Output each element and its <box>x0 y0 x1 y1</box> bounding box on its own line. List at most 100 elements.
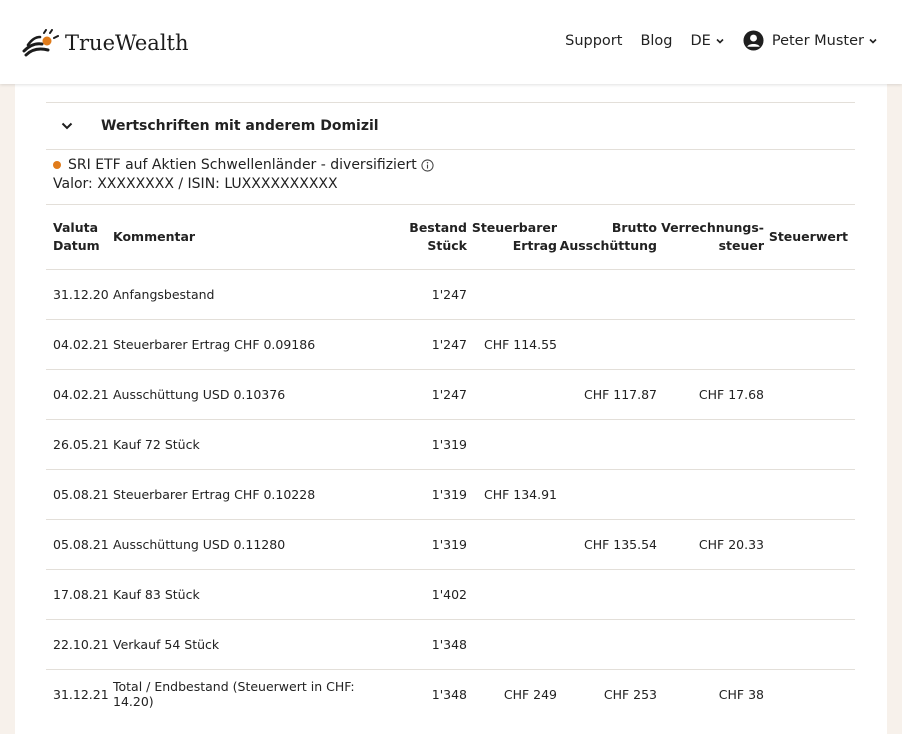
security-name: SRI ETF auf Aktien Schwellenländer - div… <box>68 157 417 173</box>
table-row: 05.08.21 Ausschüttung USD 0.11280 1'319 CHF… <box>46 519 855 570</box>
header-taxable-line1: Steuerbarer <box>471 219 557 235</box>
header-comment: Kommentar <box>113 205 393 270</box>
cell-date: 17.08.21 <box>46 569 113 620</box>
cell-withholding-tax <box>657 269 764 320</box>
language-selector[interactable]: DE <box>691 33 725 49</box>
cell-comment: Verkauf 54 Stück <box>113 619 393 670</box>
cell-date: 22.10.21 <box>46 619 113 670</box>
header-withholding-tax: Verrechnungs- steuer <box>657 205 764 270</box>
cell-tax-value <box>764 369 855 420</box>
cell-date: 04.02.21 <box>46 319 113 370</box>
truewealth-logo[interactable]: TrueWealth <box>22 28 189 58</box>
top-header: TrueWealth Support Blog DE Peter Muster <box>0 0 902 84</box>
cell-comment: Steuerbarer Ertrag CHF 0.10228 <box>113 469 393 520</box>
table-row: 04.02.21 Steuerbarer Ertrag CHF 0.09186 1'… <box>46 319 855 370</box>
cell-taxable-income <box>467 419 557 470</box>
info-icon[interactable] <box>421 158 434 172</box>
cell-quantity: 1'319 <box>393 469 467 520</box>
cell-gross-distribution <box>557 269 657 320</box>
brand-mark-icon <box>22 29 59 57</box>
cell-gross-distribution: CHF 117.87 <box>557 369 657 420</box>
cell-gross-distribution <box>557 619 657 670</box>
content-card: Wertschriften mit anderem Domizil SRI ET… <box>15 84 887 734</box>
header-taxable-line2: Ertrag <box>512 237 557 253</box>
brand-name: TrueWealth <box>65 31 189 55</box>
user-avatar-icon <box>743 30 764 51</box>
domicile-section: Wertschriften mit anderem Domizil SRI ET… <box>46 102 855 719</box>
chevron-down-icon <box>716 38 724 44</box>
header-gross-distribution: Brutto Ausschüttung <box>557 205 657 270</box>
cell-quantity: 1'348 <box>431 686 467 702</box>
header-wht-line2: steuer <box>718 237 764 253</box>
cell-taxable-income <box>467 519 557 570</box>
table-row: 05.08.21 Steuerbarer Ertrag CHF 0.10228 1'… <box>46 469 855 520</box>
nav-support-link[interactable]: Support <box>565 33 622 49</box>
header-gross-line2: Ausschüttung <box>559 237 657 253</box>
table-row: 31.12.20 Anfangsbestand 1'247 <box>46 269 855 320</box>
header-date: Valuta Datum <box>46 205 113 270</box>
cell-tax-value <box>764 619 855 670</box>
table-row: 26.05.21 Kauf 72 Stück 1'319 <box>46 419 855 470</box>
nav-blog-link[interactable]: Blog <box>640 33 672 49</box>
header-comment-label: Kommentar <box>113 228 196 244</box>
top-nav: Support Blog DE Peter Muster <box>565 30 878 51</box>
cell-taxable-income <box>467 619 557 670</box>
table-body: 31.12.20 Anfangsbestand 1'247 04.02.21 Steue… <box>46 269 855 719</box>
cell-gross-distribution <box>557 319 657 370</box>
table-header-row: Valuta Datum Kommentar Bestand Stück Ste… <box>46 205 855 270</box>
table-row: 04.02.21 Ausschüttung USD 0.10376 1'247 CHF… <box>46 369 855 420</box>
cell-date: 31.12.21 <box>53 686 109 702</box>
cell-withholding-tax <box>657 319 764 370</box>
cell-date: 04.02.21 <box>46 369 113 420</box>
cell-withholding-tax <box>657 569 764 620</box>
security-identifiers: Valor: XXXXXXXX / ISIN: LUXXXXXXXXXX <box>53 176 338 192</box>
chevron-down-icon <box>869 38 877 44</box>
header-date-line1: Valuta <box>53 219 99 235</box>
cell-taxable-income <box>467 369 557 420</box>
header-wht-line1: Verrechnungs- <box>661 219 764 235</box>
cell-date: 26.05.21 <box>46 419 113 470</box>
table-row: 17.08.21 Kauf 83 Stück 1'402 <box>46 569 855 620</box>
cell-withholding-tax: CHF 17.68 <box>657 369 764 420</box>
cell-withholding-tax: CHF 20.33 <box>657 519 764 570</box>
cell-withholding-tax: CHF 38 <box>718 686 764 702</box>
security-color-dot <box>53 161 61 169</box>
cell-comment: Ausschüttung USD 0.10376 <box>113 369 393 420</box>
user-menu[interactable]: Peter Muster <box>743 30 878 51</box>
cell-date: 31.12.20 <box>46 269 113 320</box>
cell-quantity: 1'402 <box>393 569 467 620</box>
security-info: SRI ETF auf Aktien Schwellenländer - div… <box>46 150 855 205</box>
transactions-table: Valuta Datum Kommentar Bestand Stück Ste… <box>46 205 855 719</box>
cell-quantity: 1'319 <box>393 519 467 570</box>
cell-tax-value <box>764 519 855 570</box>
header-taxable-income: Steuerbarer Ertrag <box>467 205 557 270</box>
cell-date: 05.08.21 <box>46 469 113 520</box>
cell-tax-value <box>764 669 855 719</box>
cell-date: 05.08.21 <box>46 519 113 570</box>
cell-quantity: 1'247 <box>393 369 467 420</box>
cell-quantity: 1'319 <box>393 419 467 470</box>
cell-quantity: 1'247 <box>393 269 467 320</box>
header-taxvalue-label: Steuerwert <box>768 228 848 244</box>
cell-taxable-income: CHF 114.55 <box>467 319 557 370</box>
cell-withholding-tax <box>657 619 764 670</box>
section-title: Wertschriften mit anderem Domizil <box>101 118 379 134</box>
chevron-down-icon[interactable] <box>60 119 74 133</box>
table-row: 22.10.21 Verkauf 54 Stück 1'348 <box>46 619 855 670</box>
cell-gross-distribution: CHF 135.54 <box>557 519 657 570</box>
cell-gross-distribution <box>557 419 657 470</box>
cell-comment: Ausschüttung USD 0.11280 <box>113 519 393 570</box>
header-date-line2: Datum <box>53 237 100 253</box>
cell-comment: Kauf 72 Stück <box>113 419 393 470</box>
language-label: DE <box>690 32 711 49</box>
cell-withholding-tax <box>657 419 764 470</box>
cell-withholding-tax <box>657 469 764 520</box>
cell-tax-value <box>764 419 855 470</box>
header-quantity: Bestand Stück <box>393 205 467 270</box>
cell-gross-distribution: CHF 253 <box>603 686 657 702</box>
header-tax-value: Steuerwert <box>764 205 855 270</box>
cell-tax-value <box>764 469 855 520</box>
header-qty-line2: Stück <box>427 237 467 253</box>
cell-comment: Total / Endbestand (Steuerwert in CHF: 1… <box>113 679 355 710</box>
section-header[interactable]: Wertschriften mit anderem Domizil <box>46 102 855 150</box>
